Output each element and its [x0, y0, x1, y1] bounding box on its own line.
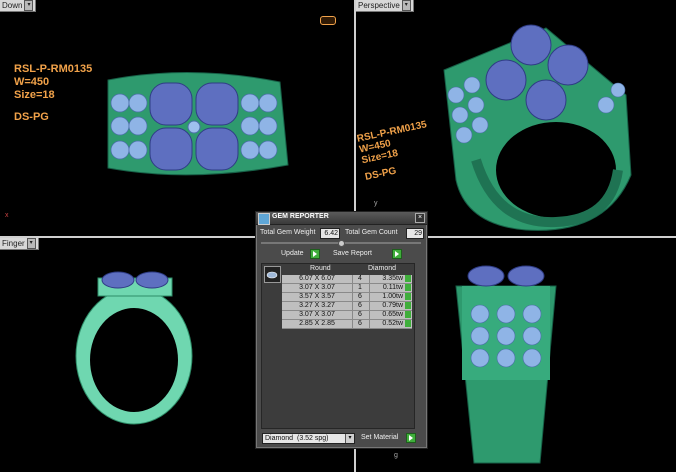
gem-count-cell: 6: [352, 320, 367, 328]
save-report-button[interactable]: [392, 249, 402, 259]
column-header-diamond: Diamond: [368, 265, 397, 272]
viewport-perspective[interactable]: Perspective ▾ RSL-P-RM0135 W=450 Size=18 …: [356, 0, 676, 236]
ring-perspective-view: [443, 24, 632, 231]
gem-count-cell: 6: [352, 311, 367, 319]
gem-size-cell: 3.27 X 3.27: [299, 302, 335, 309]
set-material-label: Set Material: [361, 434, 399, 441]
gem-count-cell: 6: [352, 293, 367, 301]
total-gem-weight-value: 6.42: [320, 228, 340, 239]
gem-table: Round Diamond 6.07 X 6.07 4 3.35tw 3.07 …: [261, 263, 415, 429]
gem-weight-cell: 0.52tw: [369, 320, 403, 328]
column-header-round: Round: [310, 265, 331, 272]
row-select-button[interactable]: [405, 302, 411, 309]
gem-weight-slider-handle[interactable]: [338, 240, 345, 247]
set-material-button[interactable]: [406, 433, 416, 443]
table-row[interactable]: 3.07 X 3.07 6 0.65tw: [282, 311, 412, 320]
gem-weight-cell: 1.00tw: [369, 293, 403, 301]
update-button[interactable]: [310, 249, 320, 259]
row-select-button[interactable]: [405, 311, 411, 318]
gem-reporter-panel: GEM REPORTER × Total Gem Weight 6.42 Tot…: [255, 211, 428, 449]
gem-weight-cell: 0.65tw: [369, 311, 403, 319]
total-gem-weight-label: Total Gem Weight: [260, 229, 316, 236]
axis-g-label: g: [394, 452, 398, 459]
panel-title: GEM REPORTER: [272, 213, 329, 220]
gem-weight-cell: 0.11tw: [369, 284, 403, 292]
close-icon[interactable]: ×: [415, 213, 425, 223]
viewport-down[interactable]: Down ▾ RSL-P-RM0135 W=450 Size=18 DS-PG x: [0, 0, 354, 236]
material-select-value: Diamond: [265, 435, 294, 442]
table-row[interactable]: 3.27 X 3.27 6 0.79tw: [282, 302, 412, 311]
gem-weight-cell: 0.79tw: [369, 302, 403, 310]
gem-icon: [258, 213, 270, 225]
save-report-label: Save Report: [333, 250, 372, 257]
row-select-button[interactable]: [405, 320, 411, 327]
update-label: Update: [281, 250, 304, 257]
row-select-button[interactable]: [405, 284, 411, 291]
gem-size-cell: 6.07 X 6.07: [299, 275, 335, 282]
diamond-thumbnail-icon: [264, 266, 281, 283]
gem-count-cell: 1: [352, 284, 367, 292]
table-row[interactable]: 2.85 X 2.85 6 0.52tw: [282, 320, 412, 329]
chevron-down-icon[interactable]: ▾: [345, 434, 354, 443]
table-row[interactable]: 6.07 X 6.07 4 3.35tw: [282, 275, 412, 284]
row-select-button[interactable]: [405, 275, 411, 282]
gem-count-cell: 6: [352, 302, 367, 310]
ring-top-view: [107, 72, 289, 176]
axis-x-label: x: [5, 212, 9, 219]
row-select-button[interactable]: [405, 293, 411, 300]
gem-size-cell: 3.07 X 3.07: [299, 311, 335, 318]
gem-size-cell: 2.85 X 2.85: [299, 320, 335, 327]
table-row[interactable]: 3.57 X 3.57 6 1.00tw: [282, 293, 412, 302]
gem-size-cell: 3.57 X 3.57: [299, 293, 335, 300]
gem-table-header: Round Diamond: [282, 265, 413, 273]
material-select[interactable]: Diamond (3.52 spg) ▾: [262, 433, 355, 444]
gem-reporter-titlebar[interactable]: GEM REPORTER ×: [256, 212, 427, 225]
gem-weight-cell: 3.35tw: [369, 275, 403, 283]
gem-count-cell: 4: [352, 275, 367, 283]
axis-y-label: y: [374, 200, 378, 207]
total-gem-count-value: 29: [406, 228, 424, 239]
material-specific-gravity: (3.52 spg): [297, 435, 329, 442]
total-gem-count-label: Total Gem Count: [345, 229, 398, 236]
table-row[interactable]: 3.07 X 3.07 1 0.11tw: [282, 284, 412, 293]
gem-size-cell: 3.07 X 3.07: [299, 284, 335, 291]
